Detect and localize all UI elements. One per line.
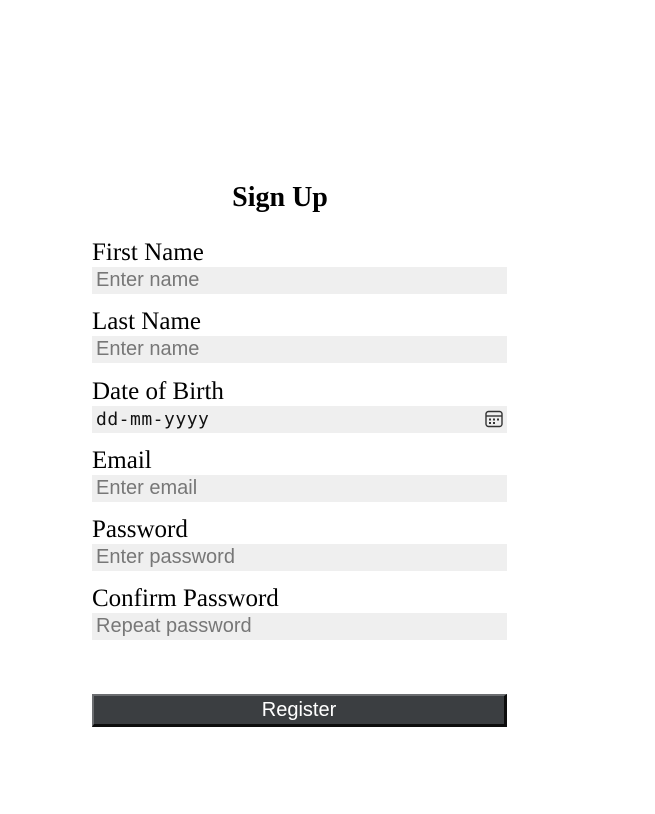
confirm-password-input[interactable] bbox=[92, 613, 507, 640]
last-name-group: Last Name bbox=[92, 308, 507, 363]
password-input[interactable] bbox=[92, 544, 507, 571]
first-name-label: First Name bbox=[92, 239, 204, 266]
confirm-password-group: Confirm Password bbox=[92, 585, 507, 640]
last-name-label: Last Name bbox=[92, 308, 201, 335]
first-name-group: First Name bbox=[92, 239, 507, 294]
last-name-input[interactable] bbox=[92, 336, 507, 363]
email-group: Email bbox=[92, 447, 507, 502]
date-of-birth-label: Date of Birth bbox=[92, 378, 224, 405]
confirm-password-label: Confirm Password bbox=[92, 585, 279, 612]
page-title: Sign Up bbox=[232, 182, 328, 213]
register-button[interactable]: Register bbox=[92, 694, 507, 727]
first-name-input[interactable] bbox=[92, 267, 507, 294]
date-of-birth-placeholder: dd-mm-yyyy bbox=[96, 409, 210, 430]
date-of-birth-group: Date of Birth dd-mm-yyyy bbox=[92, 378, 507, 433]
email-input[interactable] bbox=[92, 475, 507, 502]
password-label: Password bbox=[92, 516, 188, 543]
calendar-icon[interactable] bbox=[485, 410, 503, 428]
email-label: Email bbox=[92, 447, 152, 474]
password-group: Password bbox=[92, 516, 507, 571]
date-of-birth-input[interactable]: dd-mm-yyyy bbox=[92, 406, 507, 433]
